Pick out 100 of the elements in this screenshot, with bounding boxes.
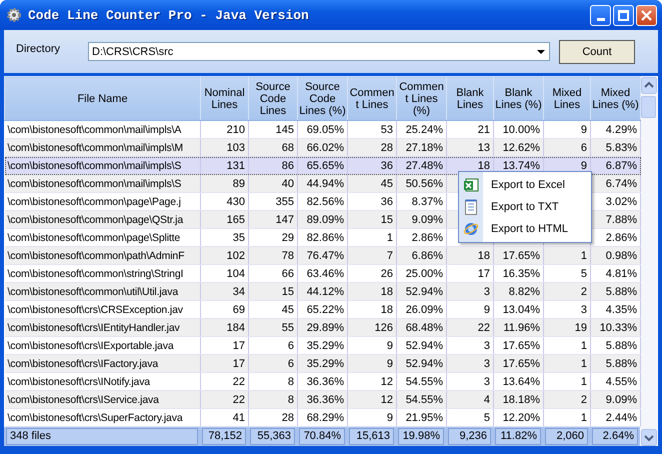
table-row[interactable]: \com\bistonesoft\common\path\AdminF 102 78 76.47% 7 6.86% 18 17.65% 1 0.98% — [4, 246, 640, 264]
cell-value: 145 — [276, 124, 294, 136]
cell-value: 9 — [386, 412, 393, 424]
cell-value: 8 — [288, 394, 294, 406]
cell-value: 4 — [484, 394, 490, 406]
cell-value: 17 — [478, 268, 490, 280]
cell-value: 28 — [380, 142, 393, 154]
file-name: \com\bistonesoft\crs\CRSException.jav — [8, 304, 183, 316]
cell-value: 29 — [282, 232, 294, 244]
table-row[interactable]: \com\bistonesoft\crs\SuperFactory.java 41 28 68.29% 9 21.95% 5 12.20% 1 2.44% — [4, 408, 640, 426]
cell-value: 6.86% — [412, 250, 443, 262]
cell-value: 3 — [484, 286, 490, 298]
cell-value: 165 — [226, 214, 245, 226]
table-row[interactable]: \com\bistonesoft\crs\CRSException.jav 69 45 65.22% 18 26.09% 9 13.04% 3 4.35% — [4, 300, 640, 318]
file-name: \com\bistonesoft\common\util\Util.java — [8, 286, 178, 298]
table-row[interactable]: \com\bistonesoft\crs\INotify.java 22 8 36.36% 12 54.55% 3 13.64% 1 4.55% — [4, 372, 640, 390]
cell-value: 6.74% — [606, 178, 637, 190]
cell-value: 17 — [232, 358, 245, 370]
column-header[interactable]: Blank Lines (%) — [494, 76, 544, 120]
cell-value: 4.55% — [606, 376, 637, 388]
scroll-thumb[interactable] — [641, 96, 656, 118]
table-row[interactable]: \com\bistonesoft\common\util\Util.java 34 15 44.12% 18 52.94% 3 8.82% 2 5.88% — [4, 282, 640, 300]
file-name: \com\bistonesoft\common\page\Splitte — [8, 232, 180, 244]
caret-icon — [537, 50, 545, 54]
cell-value: 63.46% — [306, 268, 344, 280]
file-name: \com\bistonesoft\common\mail\impls\S — [8, 178, 182, 190]
cell-value: 7.88% — [606, 214, 637, 226]
cell-value: 9 — [580, 124, 587, 136]
total-cell: 9,236 — [448, 428, 491, 445]
directory-label: Directory — [16, 42, 62, 54]
cell-value: 355 — [276, 196, 294, 208]
cell-value: 17.65% — [502, 358, 540, 370]
cell-value: 13.04% — [502, 304, 540, 316]
table-row[interactable]: \com\bistonesoft\common\string\StringI 104 66 63.46% 26 25.00% 17 16.35% 5 4.81% — [4, 264, 640, 282]
cell-value: 9.09% — [412, 214, 443, 226]
table-row[interactable]: \com\bistonesoft\common\mail\impls\M 103 68 66.02% 28 27.18% 13 12.62% 6 5.83% — [4, 138, 640, 156]
cell-value: 52.94% — [406, 340, 443, 352]
cell-value: 9 — [386, 358, 393, 370]
cell-value: 52.94% — [406, 358, 443, 370]
cell-value: 29.89% — [306, 322, 344, 334]
table-row[interactable]: \com\bistonesoft\crs\IFactory.java 17 6 35.29% 9 52.94% 3 17.65% 1 5.88% — [4, 354, 640, 372]
minimize-button[interactable] — [590, 4, 611, 26]
file-name: \com\bistonesoft\common\mail\impls\S — [8, 160, 182, 172]
close-button[interactable] — [636, 4, 657, 26]
column-header[interactable]: Comment Lines — [348, 76, 396, 120]
cell-value: 0.98% — [606, 250, 637, 262]
cell-value: 5.88% — [606, 340, 637, 352]
cell-value: 6.87% — [606, 160, 637, 172]
cell-value: 5 — [484, 412, 490, 424]
total-cell: 19.98% — [398, 428, 444, 445]
cell-value: 13.64% — [502, 376, 540, 388]
column-header[interactable]: Source Code Lines — [248, 76, 298, 120]
column-header[interactable]: Mixed Lines (%) — [590, 76, 640, 120]
total-cell: 11.82% — [495, 428, 541, 445]
cell-value: 104 — [226, 268, 245, 280]
cell-value: 12.20% — [502, 412, 540, 424]
file-name: \com\bistonesoft\crs\IFactory.java — [8, 358, 158, 370]
file-name: \com\bistonesoft\common\page\Page.j — [8, 196, 181, 208]
vertical-scrollbar[interactable] — [640, 76, 657, 446]
table-row[interactable]: \com\bistonesoft\crs\IExportable.java 17 6 35.29% 9 52.94% 3 17.65% 1 5.88% — [4, 336, 640, 354]
column-header[interactable]: Mixed Lines — [544, 76, 590, 120]
cell-value: 9.09% — [606, 394, 637, 406]
column-header[interactable]: Source Code Lines (%) — [298, 76, 348, 120]
cell-value: 2 — [580, 394, 587, 406]
total-cell: 15,613 — [349, 428, 394, 445]
cell-value: 147 — [276, 214, 294, 226]
cell-value: 102 — [226, 250, 245, 262]
column-header[interactable]: Comment Lines (%) — [396, 76, 446, 120]
file-name: \com\bistonesoft\common\page\QStr.ja — [8, 214, 184, 226]
cell-value: 4.29% — [606, 124, 637, 136]
file-name: \com\bistonesoft\common\mail\impls\M — [8, 142, 183, 154]
cell-value: 35.29% — [306, 340, 344, 352]
directory-field[interactable]: D:\CRS\CRS\src — [88, 42, 550, 61]
cell-value: 3.02% — [606, 196, 637, 208]
table-row[interactable]: \com\bistonesoft\crs\IEntityHandler.jav 184 55 29.89% 126 68.48% 22 11.96% 19 10.33% — [4, 318, 640, 336]
maximize-button[interactable] — [613, 4, 634, 26]
file-name: \com\bistonesoft\crs\IExportable.java — [8, 340, 174, 352]
cell-value: 2.86% — [412, 232, 443, 244]
selected-row[interactable]: \com\bistonesoft\common\mail\impls\S 131 86 65.65% 36 27.48% 18 13.74% 9 6.87% — [4, 156, 640, 174]
cell-value: 21.95% — [406, 412, 443, 424]
cell-value: 44.94% — [306, 178, 344, 190]
file-name: \com\bistonesoft\crs\INotify.java — [8, 376, 150, 388]
table-row[interactable]: \com\bistonesoft\common\mail\impls\A 210 145 69.05% 53 25.24% 21 10.00% 9 4.29% — [4, 120, 640, 138]
cell-value: 5.83% — [606, 142, 637, 154]
cell-value: 36 — [380, 160, 393, 172]
column-header[interactable]: File Name — [4, 76, 200, 120]
cell-value: 5.88% — [606, 286, 637, 298]
cell-value: 65.65% — [306, 160, 344, 172]
cell-value: 18 — [478, 250, 490, 262]
cell-value: 25.00% — [406, 268, 443, 280]
cell-value: 54.55% — [406, 376, 443, 388]
column-header[interactable]: Blank Lines — [446, 76, 494, 120]
cell-value: 82.56% — [306, 196, 344, 208]
cell-value: 41 — [232, 412, 245, 424]
table-row[interactable]: \com\bistonesoft\crs\IService.java 22 8 36.36% 12 54.55% 4 18.18% 2 9.09% — [4, 390, 640, 408]
cell-value: 22 — [232, 376, 245, 388]
cell-value: 5.88% — [606, 358, 637, 370]
count-button[interactable]: Count — [559, 40, 635, 64]
column-header[interactable]: Nominal Lines — [200, 76, 248, 120]
cell-value: 9 — [386, 340, 393, 352]
